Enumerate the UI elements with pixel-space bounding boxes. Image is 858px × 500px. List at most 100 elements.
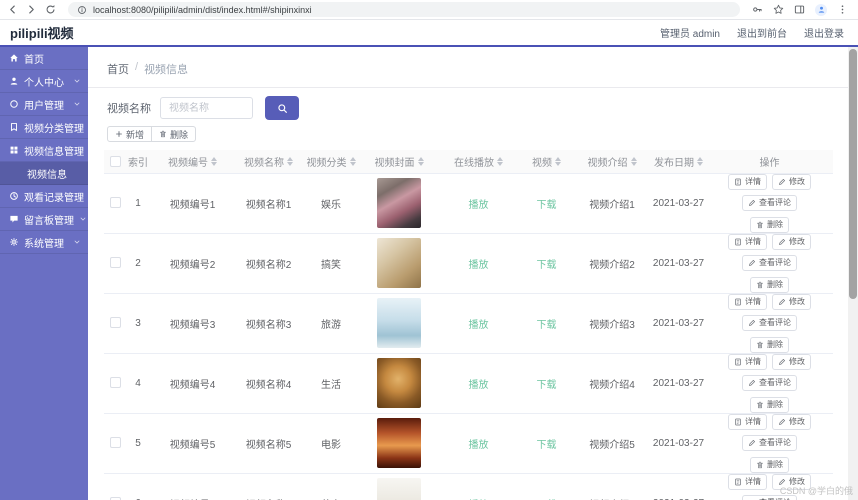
key-icon[interactable]: [752, 4, 763, 15]
download-link[interactable]: 下载: [537, 380, 557, 391]
bookmark-star-icon[interactable]: [773, 4, 784, 15]
sidebar-item[interactable]: 留言板管理: [0, 208, 88, 231]
play-link[interactable]: 播放: [469, 260, 489, 271]
edit-button[interactable]: 修改: [772, 234, 811, 250]
address-bar[interactable]: localhost:8080/pilipili/admin/dist/index…: [68, 2, 740, 17]
delete-row-button[interactable]: 删除: [750, 277, 789, 293]
detail-button[interactable]: 详情: [728, 294, 767, 310]
checkbox-cell: [104, 293, 127, 353]
browser-menu-icon[interactable]: [837, 4, 848, 15]
view-comments-button[interactable]: 查看评论: [742, 255, 797, 271]
sidebar-item[interactable]: 观看记录管理: [0, 185, 88, 208]
sort-caret[interactable]: [497, 157, 503, 166]
document-icon: [734, 478, 742, 486]
sidebar-item[interactable]: 用户管理: [0, 93, 88, 116]
info-icon[interactable]: [77, 5, 87, 15]
select-all-checkbox[interactable]: [110, 156, 121, 167]
edit-button[interactable]: 修改: [772, 414, 811, 430]
action-label: 修改: [789, 358, 805, 366]
delete-row-button[interactable]: 删除: [750, 457, 789, 473]
download-link[interactable]: 下载: [537, 320, 557, 331]
row-checkbox[interactable]: [110, 437, 121, 448]
date-cell: 2021-03-27: [651, 233, 706, 293]
exit-to-front-link[interactable]: 退出到前台: [737, 25, 787, 40]
sort-caret[interactable]: [211, 157, 217, 166]
sidebar-subitem[interactable]: 视频信息: [0, 162, 88, 185]
download-link[interactable]: 下载: [537, 440, 557, 451]
scrollbar-track[interactable]: [848, 47, 858, 500]
row-checkbox[interactable]: [110, 317, 121, 328]
sidebar-item[interactable]: 视频信息管理: [0, 139, 88, 162]
delete-button[interactable]: 删除: [151, 126, 196, 142]
search-button[interactable]: [265, 96, 299, 120]
row-checkbox[interactable]: [110, 257, 121, 268]
sidebar-item[interactable]: 系统管理: [0, 231, 88, 254]
refresh-icon[interactable]: [45, 4, 56, 15]
sort-caret[interactable]: [287, 157, 293, 166]
video-category-cell: 萌宠: [301, 473, 361, 500]
action-label: 删除: [767, 221, 783, 229]
video-cell: 下载: [520, 293, 573, 353]
view-comments-button[interactable]: 查看评论: [742, 315, 797, 331]
logout-link[interactable]: 退出登录: [804, 25, 844, 40]
sidebar-item[interactable]: 首页: [0, 47, 88, 70]
video-code-cell: 视频编号3: [149, 293, 236, 353]
video-name-cell: 视频名称3: [236, 293, 301, 353]
edit-button[interactable]: 修改: [772, 174, 811, 190]
detail-button[interactable]: 详情: [728, 414, 767, 430]
sort-caret[interactable]: [697, 157, 703, 166]
csdn-watermark: CSDN @学白的俄: [780, 484, 853, 497]
video-intro-cell: 视频介绍5: [573, 413, 651, 473]
add-button[interactable]: 新增: [107, 126, 152, 142]
back-icon[interactable]: [7, 4, 18, 15]
trash-icon: [756, 221, 764, 229]
action-label: 删除: [767, 341, 783, 349]
delete-row-button[interactable]: 删除: [750, 217, 789, 233]
pencil-icon: [778, 238, 786, 246]
browser-actions: [752, 4, 851, 16]
video-intro-cell: 视频介绍4: [573, 353, 651, 413]
grid-icon: [9, 145, 19, 155]
play-link[interactable]: 播放: [469, 200, 489, 211]
detail-button[interactable]: 详情: [728, 354, 767, 370]
breadcrumb-home[interactable]: 首页: [107, 61, 129, 77]
message-icon: [9, 214, 19, 224]
view-comments-button[interactable]: 查看评论: [742, 435, 797, 451]
delete-row-button[interactable]: 删除: [750, 397, 789, 413]
play-link[interactable]: 播放: [469, 440, 489, 451]
video-cover-image: [377, 418, 421, 468]
download-link[interactable]: 下载: [537, 200, 557, 211]
search-input[interactable]: [160, 97, 253, 119]
profile-avatar[interactable]: [815, 4, 827, 16]
sort-caret[interactable]: [350, 157, 356, 166]
video-code-cell: 视频编号6: [149, 473, 236, 500]
detail-button[interactable]: 详情: [728, 234, 767, 250]
side-panel-icon[interactable]: [794, 4, 805, 15]
video-code-cell: 视频编号5: [149, 413, 236, 473]
download-link[interactable]: 下载: [537, 260, 557, 271]
sort-caret[interactable]: [555, 157, 561, 166]
delete-row-button[interactable]: 删除: [750, 337, 789, 353]
play-link[interactable]: 播放: [469, 380, 489, 391]
edit-button[interactable]: 修改: [772, 294, 811, 310]
video-cell: 下载: [520, 353, 573, 413]
edit-button[interactable]: 修改: [772, 354, 811, 370]
row-checkbox[interactable]: [110, 197, 121, 208]
sort-caret[interactable]: [631, 157, 637, 166]
view-comments-button[interactable]: 查看评论: [742, 375, 797, 391]
row-checkbox[interactable]: [110, 377, 121, 388]
sidebar-item-label: 留言板管理: [24, 212, 74, 227]
sort-caret[interactable]: [418, 157, 424, 166]
sidebar-item[interactable]: 个人中心: [0, 70, 88, 93]
actions-cell: 详情修改查看评论删除: [706, 293, 833, 353]
scrollbar-thumb[interactable]: [849, 49, 857, 299]
document-icon: [734, 418, 742, 426]
detail-button[interactable]: 详情: [728, 474, 767, 490]
sidebar-item[interactable]: 视频分类管理: [0, 116, 88, 139]
detail-button[interactable]: 详情: [728, 174, 767, 190]
forward-icon[interactable]: [26, 4, 37, 15]
video-cell: 下载: [520, 413, 573, 473]
category-icon: [9, 122, 19, 132]
view-comments-button[interactable]: 查看评论: [742, 195, 797, 211]
play-link[interactable]: 播放: [469, 320, 489, 331]
